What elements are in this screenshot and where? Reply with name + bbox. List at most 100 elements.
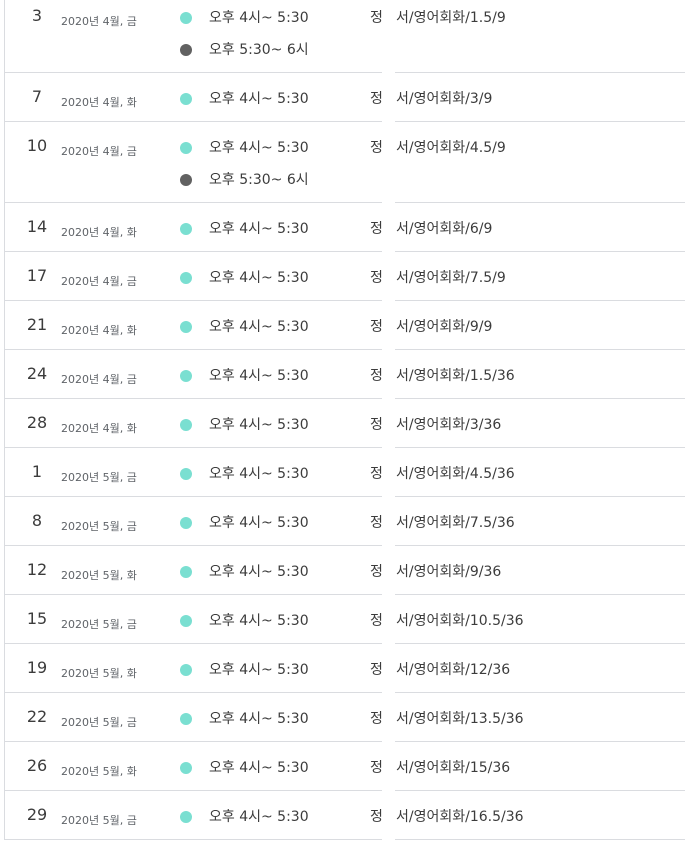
agenda-day-row: 10 2020년 4월, 금 오후 4시~ 5:30 정 서/영어회화/4.5/9 오후 … bbox=[0, 122, 685, 203]
event-color-dot-icon bbox=[180, 223, 192, 235]
event-label: 정 bbox=[370, 662, 383, 678]
day-date-label: 2020년 4월, 화 bbox=[61, 324, 137, 337]
day-number[interactable]: 10 bbox=[20, 136, 54, 156]
event-color-dot-icon bbox=[180, 468, 192, 480]
agenda-day-row: 24 2020년 4월, 금 오후 4시~ 5:30 정 서/영어회화/1.5/36 bbox=[0, 350, 685, 399]
row-divider bbox=[4, 839, 382, 840]
day-date-label: 2020년 4월, 금 bbox=[61, 145, 137, 158]
event-time: 오후 4시~ 5:30 bbox=[209, 140, 309, 156]
event-time: 오후 5:30~ 6시 bbox=[209, 42, 309, 58]
event-color-dot-icon bbox=[180, 272, 192, 284]
event-title: 서/영어회화/9/9 bbox=[396, 319, 493, 335]
event-label: 정 bbox=[370, 140, 383, 156]
event-color-dot-icon bbox=[180, 93, 192, 105]
day-date-label: 2020년 5월, 금 bbox=[61, 520, 137, 533]
event-title: 서/영어회화/3/36 bbox=[396, 417, 502, 433]
day-number[interactable]: 1 bbox=[20, 462, 54, 482]
event-time: 오후 4시~ 5:30 bbox=[209, 564, 309, 580]
day-number[interactable]: 26 bbox=[20, 756, 54, 776]
agenda-day-row: 14 2020년 4월, 화 오후 4시~ 5:30 정 서/영어회화/6/9 bbox=[0, 203, 685, 252]
day-date-label: 2020년 5월, 금 bbox=[61, 618, 137, 631]
event-label: 정 bbox=[370, 809, 383, 825]
event-label: 정 bbox=[370, 417, 383, 433]
event-title: 서/영어회화/10.5/36 bbox=[396, 613, 524, 629]
day-number[interactable]: 14 bbox=[20, 217, 54, 237]
event-color-dot-icon bbox=[180, 615, 192, 627]
day-number[interactable]: 12 bbox=[20, 560, 54, 580]
day-date-label: 2020년 5월, 화 bbox=[61, 765, 137, 778]
event-color-dot-icon bbox=[180, 517, 192, 529]
event-title: 서/영어회화/4.5/36 bbox=[396, 466, 515, 482]
event-title: 서/영어회화/12/36 bbox=[396, 662, 511, 678]
day-date-label: 2020년 5월, 금 bbox=[61, 716, 137, 729]
agenda-day-row: 28 2020년 4월, 화 오후 4시~ 5:30 정 서/영어회화/3/36 bbox=[0, 399, 685, 448]
day-number[interactable]: 24 bbox=[20, 364, 54, 384]
event-time: 오후 4시~ 5:30 bbox=[209, 662, 309, 678]
agenda-day-row: 29 2020년 5월, 금 오후 4시~ 5:30 정 서/영어회화/16.5/36 bbox=[0, 791, 685, 840]
day-number[interactable]: 3 bbox=[20, 6, 54, 26]
event-label: 정 bbox=[370, 221, 383, 237]
event-title: 서/영어회화/6/9 bbox=[396, 221, 493, 237]
event-time: 오후 4시~ 5:30 bbox=[209, 515, 309, 531]
day-number[interactable]: 28 bbox=[20, 413, 54, 433]
agenda-day-row: 7 2020년 4월, 화 오후 4시~ 5:30 정 서/영어회화/3/9 bbox=[0, 73, 685, 122]
event-title: 서/영어회화/7.5/9 bbox=[396, 270, 506, 286]
event-time: 오후 5:30~ 6시 bbox=[209, 172, 309, 188]
event-time: 오후 4시~ 5:30 bbox=[209, 319, 309, 335]
event-label: 정 bbox=[370, 466, 383, 482]
event-color-dot-icon bbox=[180, 664, 192, 676]
event-label: 정 bbox=[370, 319, 383, 335]
event-color-dot-icon bbox=[180, 713, 192, 725]
event-time: 오후 4시~ 5:30 bbox=[209, 91, 309, 107]
day-number[interactable]: 29 bbox=[20, 805, 54, 825]
event-color-dot-icon bbox=[180, 12, 192, 24]
day-number[interactable]: 22 bbox=[20, 707, 54, 727]
day-number[interactable]: 7 bbox=[20, 87, 54, 107]
agenda-day-row: 8 2020년 5월, 금 오후 4시~ 5:30 정 서/영어회화/7.5/36 bbox=[0, 497, 685, 546]
event-color-dot-icon bbox=[180, 370, 192, 382]
event-title: 서/영어회화/3/9 bbox=[396, 91, 493, 107]
event-color-dot-icon bbox=[180, 174, 192, 186]
event-time: 오후 4시~ 5:30 bbox=[209, 221, 309, 237]
day-date-label: 2020년 4월, 화 bbox=[61, 226, 137, 239]
event-label: 정 bbox=[370, 711, 383, 727]
day-number[interactable]: 8 bbox=[20, 511, 54, 531]
agenda-day-row: 26 2020년 5월, 화 오후 4시~ 5:30 정 서/영어회화/15/36 bbox=[0, 742, 685, 791]
event-title: 서/영어회화/15/36 bbox=[396, 760, 511, 776]
day-date-label: 2020년 5월, 화 bbox=[61, 667, 137, 680]
day-date-label: 2020년 4월, 금 bbox=[61, 275, 137, 288]
day-date-label: 2020년 4월, 금 bbox=[61, 373, 137, 386]
event-title: 서/영어회화/7.5/36 bbox=[396, 515, 515, 531]
event-label: 정 bbox=[370, 368, 383, 384]
day-date-label: 2020년 5월, 화 bbox=[61, 569, 137, 582]
event-title: 서/영어회화/9/36 bbox=[396, 564, 502, 580]
event-color-dot-icon bbox=[180, 142, 192, 154]
day-date-label: 2020년 4월, 금 bbox=[61, 15, 137, 28]
event-color-dot-icon bbox=[180, 321, 192, 333]
event-title: 서/영어회화/13.5/36 bbox=[396, 711, 524, 727]
agenda-day-row: 3 2020년 4월, 금 오후 4시~ 5:30 정 서/영어회화/1.5/9 오후 5… bbox=[0, 0, 685, 73]
day-number[interactable]: 17 bbox=[20, 266, 54, 286]
event-label: 정 bbox=[370, 10, 383, 26]
event-title: 서/영어회화/1.5/36 bbox=[396, 368, 515, 384]
event-color-dot-icon bbox=[180, 811, 192, 823]
day-date-label: 2020년 5월, 금 bbox=[61, 814, 137, 827]
event-time: 오후 4시~ 5:30 bbox=[209, 809, 309, 825]
event-title: 서/영어회화/16.5/36 bbox=[396, 809, 524, 825]
event-color-dot-icon bbox=[180, 44, 192, 56]
agenda-day-row: 15 2020년 5월, 금 오후 4시~ 5:30 정 서/영어회화/10.5/36 bbox=[0, 595, 685, 644]
day-number[interactable]: 21 bbox=[20, 315, 54, 335]
event-time: 오후 4시~ 5:30 bbox=[209, 466, 309, 482]
day-date-label: 2020년 5월, 금 bbox=[61, 471, 137, 484]
agenda-list: 3 2020년 4월, 금 오후 4시~ 5:30 정 서/영어회화/1.5/9 오후 5… bbox=[0, 0, 685, 846]
agenda-day-row: 12 2020년 5월, 화 오후 4시~ 5:30 정 서/영어회화/9/36 bbox=[0, 546, 685, 595]
event-label: 정 bbox=[370, 760, 383, 776]
event-color-dot-icon bbox=[180, 762, 192, 774]
agenda-day-row: 1 2020년 5월, 금 오후 4시~ 5:30 정 서/영어회화/4.5/36 bbox=[0, 448, 685, 497]
event-label: 정 bbox=[370, 564, 383, 580]
day-number[interactable]: 19 bbox=[20, 658, 54, 678]
event-time: 오후 4시~ 5:30 bbox=[209, 10, 309, 26]
event-time: 오후 4시~ 5:30 bbox=[209, 711, 309, 727]
day-number[interactable]: 15 bbox=[20, 609, 54, 629]
event-label: 정 bbox=[370, 613, 383, 629]
